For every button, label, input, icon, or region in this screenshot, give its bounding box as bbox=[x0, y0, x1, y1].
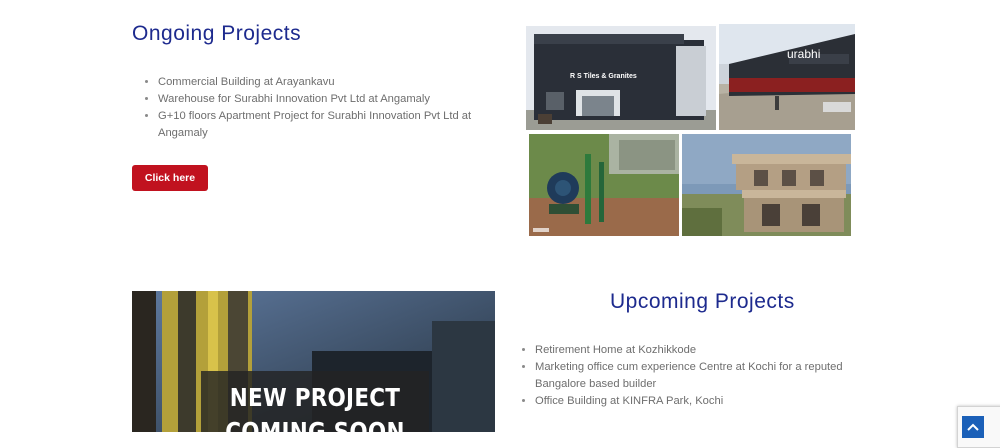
list-item: Retirement Home at Kozhikkode bbox=[535, 342, 865, 359]
showroom-sign-text: R S Tiles & Granites bbox=[570, 73, 637, 80]
list-item: Office Building at KINFRA Park, Kochi bbox=[535, 393, 865, 410]
list-item: G+10 floors Apartment Project for Surabh… bbox=[158, 108, 498, 142]
banner-heading-line2: COMING SOON bbox=[225, 417, 405, 432]
click-here-button[interactable]: Click here bbox=[132, 165, 208, 191]
upcoming-projects-list: Retirement Home at Kozhikkode Marketing … bbox=[508, 342, 865, 410]
photo-site-machinery bbox=[529, 134, 679, 236]
list-item: Commercial Building at Arayankavu bbox=[158, 74, 498, 91]
showroom-side-sign-text: urabhi bbox=[787, 47, 820, 61]
banner-heading-line1: NEW PROJECT bbox=[229, 383, 401, 412]
upcoming-projects-title: Upcoming Projects bbox=[610, 290, 795, 313]
list-item: Warehouse for Surabhi Innovation Pvt Ltd… bbox=[158, 91, 498, 108]
banner-overlay: NEW PROJECT COMING SOON bbox=[201, 371, 429, 432]
list-item: Marketing office cum experience Centre a… bbox=[535, 359, 865, 393]
photo-showroom-side: urabhi bbox=[719, 24, 855, 130]
ongoing-projects-title: Ongoing Projects bbox=[132, 22, 302, 45]
photo-building-construction bbox=[682, 134, 851, 236]
chevron-up-icon bbox=[967, 423, 979, 431]
photo-showroom-front: R S Tiles & Granites bbox=[526, 26, 716, 130]
new-project-banner: NEW PROJECT COMING SOON bbox=[132, 291, 495, 432]
back-to-top-button[interactable] bbox=[962, 416, 984, 438]
ongoing-projects-list: Commercial Building at Arayankavu Wareho… bbox=[131, 74, 498, 142]
